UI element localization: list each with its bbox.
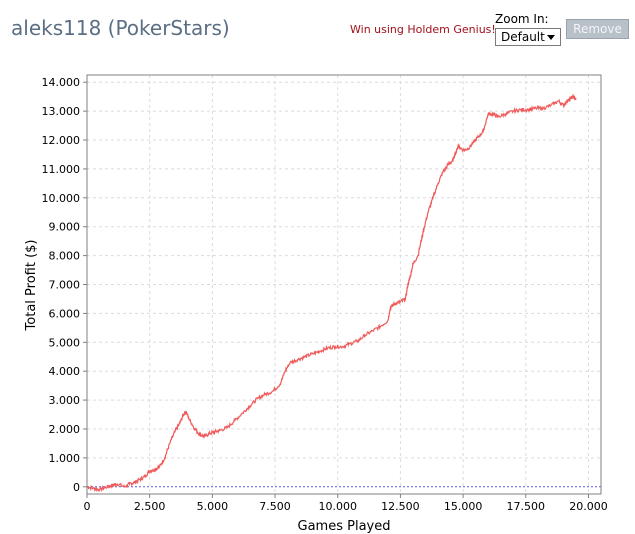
x-tick-label: 12.500 bbox=[381, 500, 420, 513]
y-tick-label: 4.000 bbox=[49, 365, 81, 378]
plot-frame bbox=[86, 74, 602, 495]
y-tick-label: 10.000 bbox=[42, 192, 81, 205]
y-tick-label: 8.000 bbox=[49, 250, 81, 263]
chart-grid bbox=[87, 75, 601, 494]
y-tick-label: 0 bbox=[73, 481, 80, 494]
x-tick-label: 10.000 bbox=[318, 500, 357, 513]
x-axis-label: Games Played bbox=[298, 519, 391, 534]
x-tick-label: 20.000 bbox=[569, 500, 608, 513]
x-tick-label: 0 bbox=[84, 500, 91, 513]
profit-chart: 0 2.500 5.000 7.500 10.000 12.500 15.000 17.500… bbox=[24, 74, 608, 534]
y-tick-label: 3.000 bbox=[49, 394, 81, 407]
profit-line bbox=[86, 93, 577, 493]
y-tick-label: 2.000 bbox=[49, 423, 81, 436]
y-axis: 0 1.000 2.000 3.000 4.000 5.000 6.000 7.000 8.00… bbox=[42, 76, 87, 494]
y-tick-label: 7.000 bbox=[49, 279, 81, 292]
y-tick-label: 11.000 bbox=[42, 163, 81, 176]
y-tick-label: 5.000 bbox=[49, 336, 81, 349]
y-tick-label: 12.000 bbox=[42, 134, 81, 147]
series-group bbox=[86, 93, 577, 493]
y-axis-label: Total Profit ($) bbox=[24, 240, 39, 332]
x-tick-label: 2.500 bbox=[134, 500, 166, 513]
x-axis: 0 2.500 5.000 7.500 10.000 12.500 15.000 17.500… bbox=[84, 494, 608, 513]
x-tick-label: 15.000 bbox=[444, 500, 483, 513]
y-tick-label: 13.000 bbox=[42, 105, 81, 118]
y-tick-label: 9.000 bbox=[49, 221, 81, 234]
x-tick-label: 17.500 bbox=[507, 500, 546, 513]
y-tick-label: 6.000 bbox=[49, 307, 81, 320]
x-tick-label: 5.000 bbox=[197, 500, 229, 513]
x-tick-label: 7.500 bbox=[259, 500, 291, 513]
y-tick-label: 1.000 bbox=[49, 452, 81, 465]
y-tick-label: 14.000 bbox=[42, 76, 81, 89]
